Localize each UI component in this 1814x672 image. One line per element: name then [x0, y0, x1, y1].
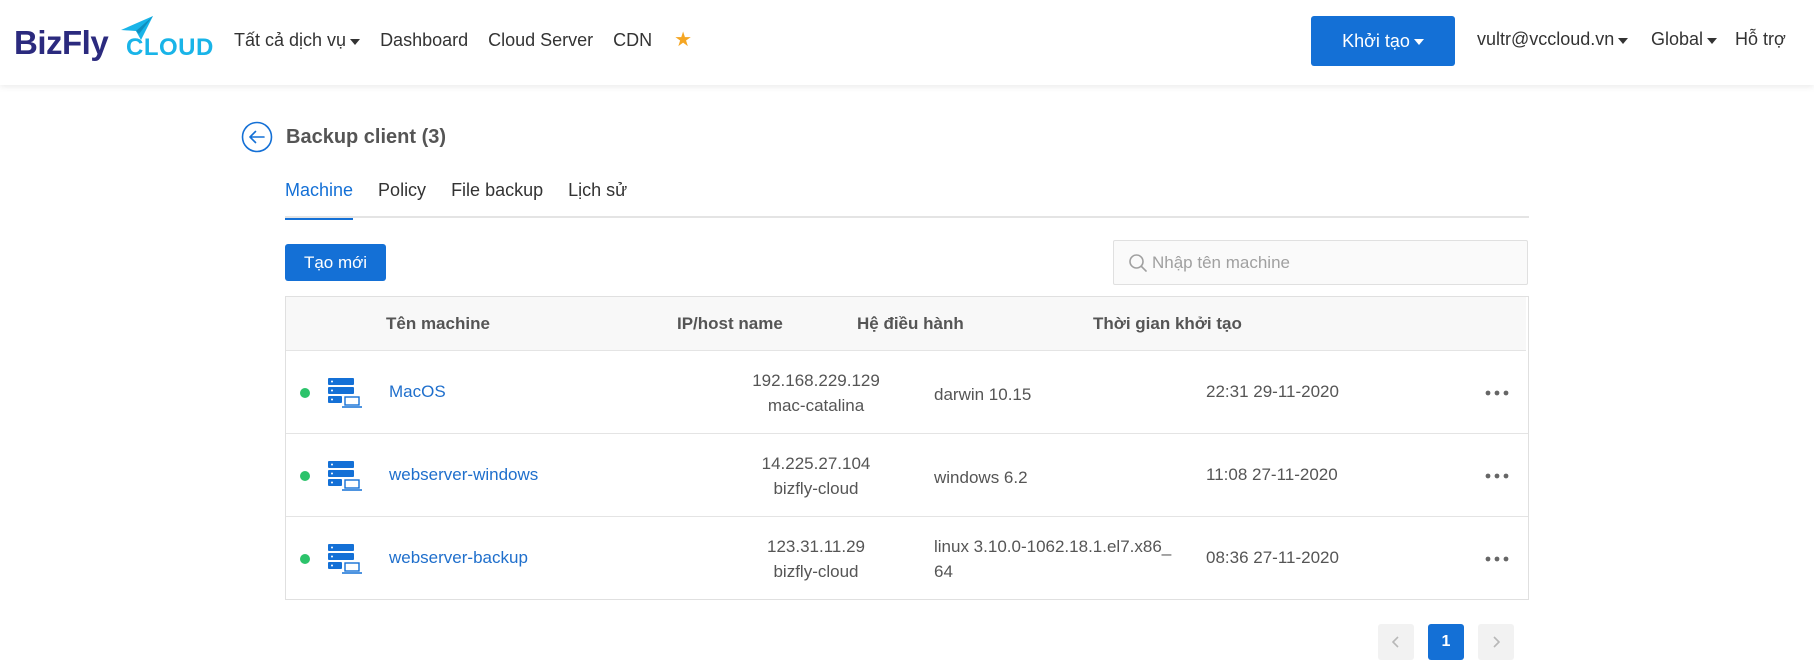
tab-file-backup[interactable]: File backup: [451, 180, 543, 218]
created-time: 08:36 27-11-2020: [1206, 548, 1339, 567]
create-dropdown-button[interactable]: Khởi tạo: [1311, 16, 1455, 66]
chevron-right-icon: [1493, 636, 1501, 648]
nav-all-services-label: Tất cả dịch vụ: [234, 30, 347, 50]
tab-policy[interactable]: Policy: [378, 180, 426, 218]
create-button-label: Khởi tạo: [1342, 30, 1410, 51]
more-options-icon[interactable]: [1482, 466, 1512, 486]
arrow-left-circle-icon[interactable]: [241, 121, 273, 153]
nav-dashboard[interactable]: Dashboard: [380, 29, 468, 52]
machine-name-link[interactable]: webserver-backup: [389, 548, 528, 568]
machine-search: [1113, 240, 1528, 285]
logo-text-sub: CLOUD: [126, 34, 214, 61]
status-online-dot: [300, 388, 310, 398]
table-row: webserver-windows 14.225.27.104 bizfly-c…: [286, 434, 1528, 517]
pagination-next-button[interactable]: [1478, 624, 1514, 660]
column-header-os: Hệ điều hành: [857, 314, 964, 333]
nav-all-services[interactable]: Tất cả dịch vụ: [234, 29, 361, 52]
more-options-icon[interactable]: [1482, 383, 1512, 403]
ip-address: 192.168.229.129: [752, 371, 880, 390]
caret-down-icon: [1413, 39, 1424, 45]
host-name: bizfly-cloud: [773, 562, 859, 581]
ip-host-cell: 14.225.27.104 bizfly-cloud: [686, 451, 946, 501]
server-icon: [328, 461, 362, 491]
created-time: 22:31 29-11-2020: [1206, 382, 1339, 401]
nav-cloud-server[interactable]: Cloud Server: [488, 29, 593, 52]
os-cell: darwin 10.15: [934, 382, 1194, 407]
page-title: Backup client (3): [286, 126, 447, 148]
machine-table: Tên machine IP/host name Hệ điều hành Th…: [285, 296, 1529, 600]
pagination-prev-button[interactable]: [1378, 624, 1414, 660]
ip-address: 123.31.11.29: [767, 537, 865, 556]
search-input[interactable]: [1152, 241, 1522, 284]
more-options-icon[interactable]: [1482, 549, 1512, 569]
table-row: MacOS 192.168.229.129 mac-catalina darwi…: [286, 351, 1528, 434]
os-text-line1: linux 3.10.0-1062.18.1.el7.x86_: [934, 537, 1172, 556]
server-icon: [328, 378, 362, 408]
main-nav: Tất cả dịch vụ Dashboard Cloud Server CD…: [234, 29, 712, 52]
machine-name-link[interactable]: webserver-windows: [389, 465, 538, 485]
ip-address: 14.225.27.104: [761, 454, 871, 473]
tab-bar: Machine Policy File backup Lịch sử: [285, 180, 1529, 220]
status-online-dot: [300, 471, 310, 481]
server-icon: [328, 544, 362, 574]
logo-text-main: BizFly: [14, 24, 109, 61]
os-cell: windows 6.2: [934, 465, 1194, 490]
tab-machine[interactable]: Machine: [285, 180, 354, 220]
pagination-page-current[interactable]: 1: [1428, 624, 1464, 660]
region-menu[interactable]: Global: [1651, 29, 1718, 50]
search-icon: [1129, 254, 1147, 272]
os-cell: linux 3.10.0-1062.18.1.el7.x86_ 64: [934, 534, 1194, 584]
host-name: mac-catalina: [767, 396, 865, 415]
user-email: vultr@vccloud.vn: [1477, 29, 1615, 49]
region-label: Global: [1651, 29, 1704, 49]
table-row: webserver-backup 123.31.11.29 bizfly-clo…: [286, 517, 1528, 600]
ip-host-cell: 192.168.229.129 mac-catalina: [686, 368, 946, 418]
column-header-created: Thời gian khởi tạo: [1093, 314, 1242, 333]
status-online-dot: [300, 554, 310, 564]
caret-down-icon: [1618, 37, 1629, 44]
top-navbar: BizFly CLOUD Tất cả dịch vụ Dashboard Cl…: [0, 0, 1814, 85]
user-menu[interactable]: vultr@vccloud.vn: [1477, 29, 1629, 50]
host-name: bizfly-cloud: [773, 479, 859, 498]
table-header: Tên machine IP/host name Hệ điều hành Th…: [286, 297, 1526, 351]
os-text-line2: 64: [934, 562, 953, 581]
support-link[interactable]: Hỗ trợ: [1735, 29, 1786, 50]
ip-host-cell: 123.31.11.29 bizfly-cloud: [686, 534, 946, 584]
caret-down-icon: [1707, 37, 1718, 44]
chevron-left-icon: [1391, 636, 1399, 648]
column-header-ip: IP/host name: [677, 314, 783, 333]
create-new-button[interactable]: Tạo mới: [285, 244, 386, 281]
created-time: 11:08 27-11-2020: [1206, 465, 1338, 484]
bizfly-cloud-logo[interactable]: BizFly CLOUD: [14, 14, 214, 66]
caret-down-icon: [350, 38, 361, 45]
os-text: windows 6.2: [934, 468, 1028, 487]
machine-name-link[interactable]: MacOS: [389, 382, 446, 402]
star-icon[interactable]: ★: [674, 27, 692, 52]
tab-history[interactable]: Lịch sử: [568, 180, 627, 218]
os-text: darwin 10.15: [934, 385, 1032, 404]
nav-cdn[interactable]: CDN: [613, 29, 652, 52]
column-header-name: Tên machine: [386, 314, 490, 333]
